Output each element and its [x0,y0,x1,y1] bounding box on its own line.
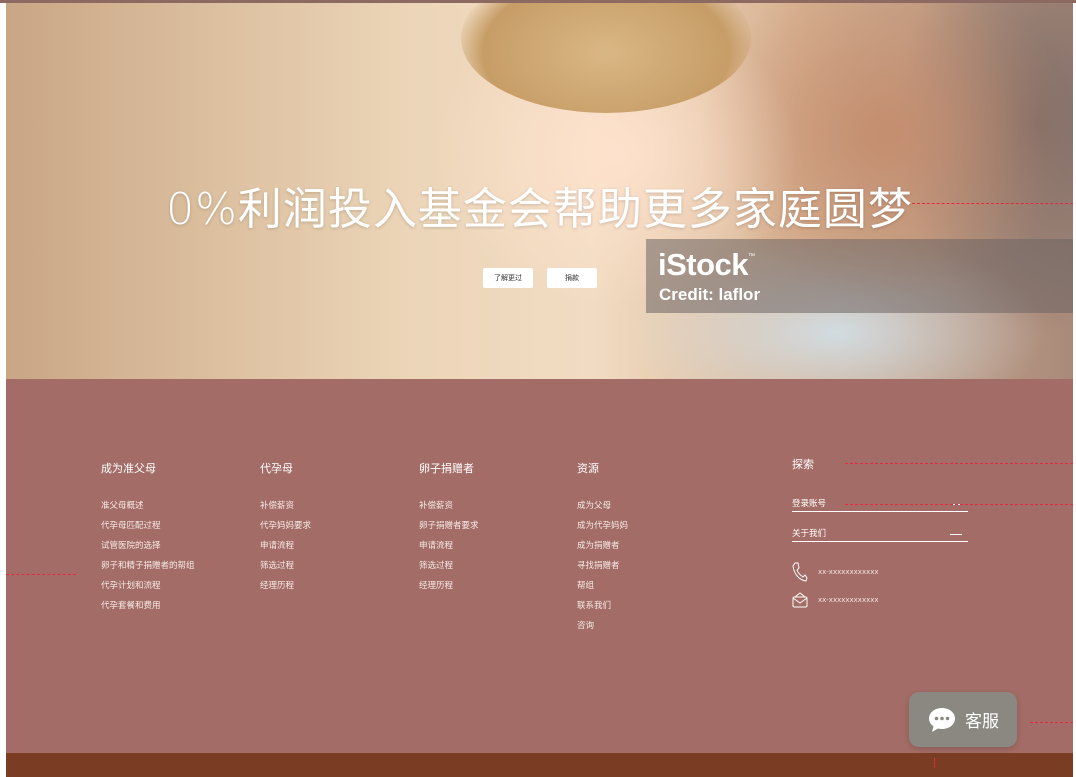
login-label: 登录账号 [792,499,827,509]
footer-column-parents: 成为准父母 准父母概述 代孕母匹配过程 试管医院的选择 卵子和精子捐赠者的帮组 … [101,460,195,616]
footer-link[interactable]: 代孕妈妈要求 [260,516,311,536]
bottom-bar [6,753,1073,777]
guide-line [912,203,1073,204]
footer-link[interactable]: 卵子捐赠者要求 [419,516,479,536]
footer-link[interactable]: 试管医院的选择 [101,536,195,556]
footer-link[interactable]: 经理历程 [419,576,479,596]
footer-link[interactable]: 筛选过程 [260,556,311,576]
hero-image-hat [461,3,751,113]
contact-phone[interactable]: xx-xxxxxxxxxxxx [792,562,879,582]
footer-link[interactable]: 申请流程 [419,536,479,556]
footer-link[interactable]: 代孕套餐和费用 [101,596,195,616]
footer-column-resources: 资源 成为父母 成为代孕妈妈 成为捐赠者 寻找捐赠者 帮组 联系我们 咨询 [577,460,628,636]
footer-link[interactable]: 联系我们 [577,596,628,616]
footer-link[interactable]: 成为捐赠者 [577,536,628,556]
footer-link[interactable]: 帮组 [577,576,628,596]
footer-link[interactable]: 补偿薪资 [260,496,311,516]
footer-column-egg-donor: 卵子捐赠者 补偿薪资 卵子捐赠者要求 申请流程 筛选过程 经理历程 [419,460,479,596]
learn-more-button[interactable]: 了解更过 [483,268,533,288]
collapse-icon [950,534,962,535]
column-title: 代孕母 [260,462,293,475]
guide-line [1030,722,1073,723]
chat-label: 客服 [965,712,999,732]
column-title: 资源 [577,462,599,475]
istock-watermark: iStock™ Credit: laflor [646,239,1073,313]
footer-link[interactable]: 成为代孕妈妈 [577,516,628,536]
hero-banner: 0%利润投入基金会帮助更多家庭圆梦 了解更过 捐款 iStock™ Credit… [6,3,1073,379]
column-title: 卵子捐赠者 [419,462,474,475]
istock-logo: iStock™ [658,247,755,282]
donate-button[interactable]: 捐款 [547,268,597,288]
guide-line [845,463,1073,464]
customer-service-chat-button[interactable]: 客服 [909,692,1017,747]
footer-explore: 探索 登录账号 关于我们 xx-xxxxxxxxxxxx xx-xxxxxxxx… [792,456,968,608]
footer-link[interactable]: 经理历程 [260,576,311,596]
guide-line [845,504,1073,505]
footer-link[interactable]: 咨询 [577,616,628,636]
footer-link[interactable]: 筛选过程 [419,556,479,576]
email-address: xx-xxxxxxxxxxxx [818,596,879,604]
footer-link[interactable]: 准父母概述 [101,496,195,516]
phone-number: xx-xxxxxxxxxxxx [818,568,879,576]
about-link[interactable]: 关于我们 [792,527,968,542]
guide-line [934,758,935,768]
footer-column-surrogate: 代孕母 补偿薪资 代孕妈妈要求 申请流程 筛选过程 经理历程 [260,460,311,596]
footer-link[interactable]: 申请流程 [260,536,311,556]
explore-title: 探索 [792,458,814,471]
phone-icon [792,562,808,582]
footer-link[interactable]: 补偿薪资 [419,496,479,516]
about-label: 关于我们 [792,529,827,539]
footer-link[interactable]: 代孕计划和流程 [101,576,195,596]
footer-link[interactable]: 成为父母 [577,496,628,516]
chat-bubble-icon [929,707,955,732]
contact-email[interactable]: xx-xxxxxxxxxxxx [792,590,879,610]
column-title: 成为准父母 [101,462,156,475]
mail-icon [792,592,808,608]
watermark-credit: Credit: laflor [659,285,761,304]
footer-link[interactable]: 卵子和精子捐赠者的帮组 [101,556,195,576]
footer-link[interactable]: 寻找捐赠者 [577,556,628,576]
guide-line [6,574,76,575]
hero-title: 0%利润投入基金会帮助更多家庭圆梦 [166,184,913,235]
footer-link[interactable]: 代孕母匹配过程 [101,516,195,536]
